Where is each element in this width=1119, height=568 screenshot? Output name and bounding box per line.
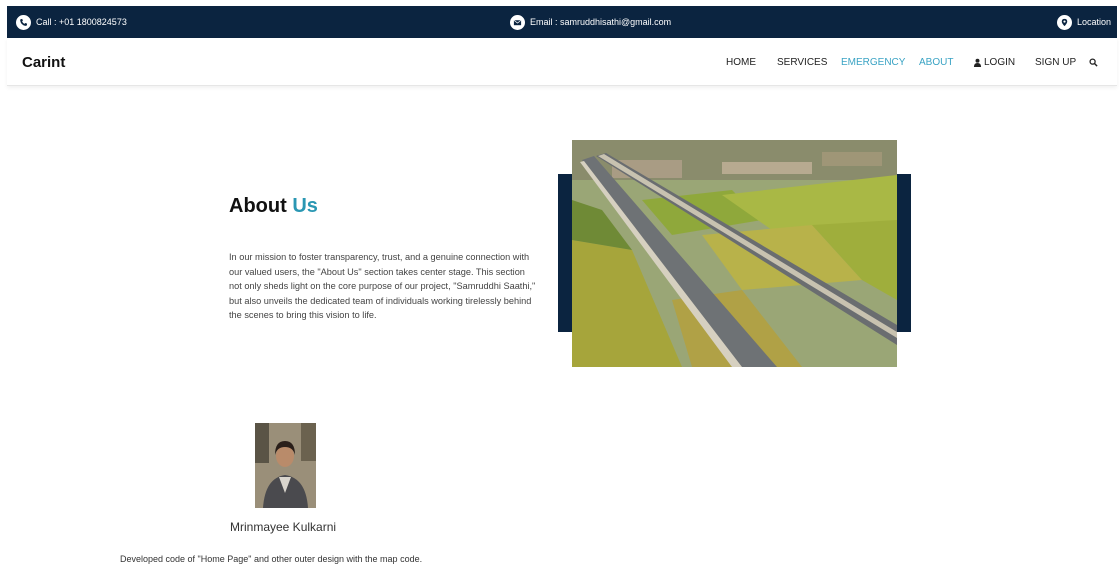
about-paragraph: In our mission to foster transparency, t…	[229, 252, 536, 321]
nav-about[interactable]: ABOUT	[919, 38, 953, 86]
about-title-accent: Us	[292, 195, 318, 217]
nav-home[interactable]: HOME	[726, 38, 756, 86]
location-text: Location	[1076, 17, 1111, 27]
nav-services[interactable]: SERVICES	[777, 38, 827, 86]
member-contribution: Developed code of "Home Page" and other …	[120, 554, 423, 564]
nav-emergency[interactable]: EMERGENCY	[841, 38, 905, 86]
main-navbar: Carint HOME SERVICES EMERGENCY ABOUT LOG…	[7, 38, 1117, 86]
envelope-icon	[510, 14, 525, 30]
highway-aerial-photo	[572, 140, 897, 367]
member-avatar	[255, 423, 316, 508]
top-info-bar: Call : +01 1800824573 Email : samruddhis…	[7, 6, 1117, 38]
call-info[interactable]: Call : +01 1800824573	[16, 6, 127, 38]
email-info[interactable]: Email : samruddhisathi@gmail.com	[510, 6, 671, 38]
about-title: About Us	[229, 195, 318, 218]
phone-icon	[16, 14, 31, 30]
map-pin-icon	[1056, 14, 1072, 30]
location-info[interactable]: Location	[1056, 6, 1111, 38]
nav-signup[interactable]: SIGN UP	[1035, 38, 1076, 86]
member-name: Mrinmayee Kulkarni	[230, 520, 337, 534]
search-button[interactable]	[1089, 38, 1100, 86]
user-icon	[973, 58, 982, 67]
about-title-main: About	[229, 195, 287, 217]
nav-login-label: LOGIN	[984, 56, 1016, 68]
email-text: Email : samruddhisathi@gmail.com	[530, 17, 672, 27]
call-text: Call : +01 1800824573	[36, 17, 127, 27]
nav-login[interactable]: LOGIN	[973, 38, 1015, 86]
search-icon	[1089, 57, 1098, 67]
brand-logo[interactable]: Carint	[22, 38, 65, 86]
